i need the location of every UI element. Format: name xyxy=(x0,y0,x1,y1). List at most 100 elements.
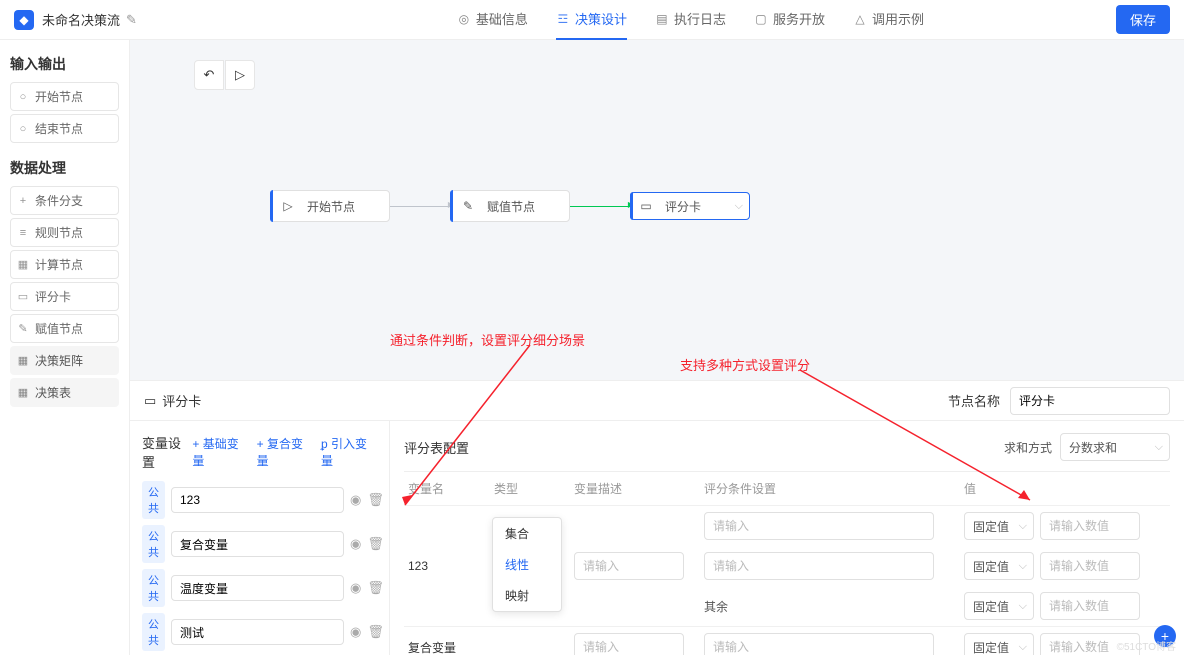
dropdown-option-set[interactable]: 集合 xyxy=(493,518,561,549)
app-logo-icon: ◆ xyxy=(14,10,34,30)
panel-title: 评分卡 xyxy=(162,391,201,410)
canvas: ↶ ▷ ▷开始节点 ✎赋值节点 ▭评分卡 ▭ 评分卡 节点名称 xyxy=(130,40,1184,655)
watermark: ©51CTO博客 xyxy=(1117,638,1176,653)
table-icon: ▦ xyxy=(17,386,29,399)
trash-icon[interactable]: 🗑 xyxy=(367,492,383,508)
edit-icon: ✎ xyxy=(461,199,475,213)
eye-icon[interactable]: ◉ xyxy=(350,580,361,596)
sidebar-item-assign[interactable]: ✎赋值节点 xyxy=(10,314,119,343)
add-composite-var-link[interactable]: + 复合变量 xyxy=(257,435,313,469)
canvas-toolbar: ↶ ▷ xyxy=(194,60,255,90)
page-title: 未命名决策流 ✎ xyxy=(42,10,137,29)
service-icon: ▢ xyxy=(754,12,768,26)
desc-input[interactable] xyxy=(574,552,684,580)
flow-node-start[interactable]: ▷开始节点 xyxy=(270,190,390,222)
value-input[interactable] xyxy=(1040,512,1140,540)
variable-panel-title: 变量设置 xyxy=(142,433,192,471)
undo-button[interactable]: ↶ xyxy=(194,60,224,90)
flow-connector xyxy=(390,206,450,207)
node-name-input[interactable] xyxy=(1010,387,1170,415)
sidebar-item-calc[interactable]: ▦计算节点 xyxy=(10,250,119,279)
play-icon: ▷ xyxy=(281,199,295,213)
sidebar-item-branch[interactable]: +条件分支 xyxy=(10,186,119,215)
undo-icon: ↶ xyxy=(204,67,215,83)
condition-input[interactable] xyxy=(704,552,934,580)
card-icon: ▭ xyxy=(639,199,653,213)
value-input[interactable] xyxy=(1040,592,1140,620)
header-tabs: ◎基础信息 ☲决策设计 ▤执行日志 ▢服务开放 △调用示例 xyxy=(457,0,924,40)
config-panel: ▭ 评分卡 节点名称 变量设置 + 基础变量 + 复合变量 ᵱ xyxy=(130,380,1184,655)
score-config-panel: 评分表配置 求和方式 分数求和 变量名 类型 变量描述 评分条件设置 值 xyxy=(390,421,1184,655)
gear-icon: ◎ xyxy=(457,12,471,26)
import-var-link[interactable]: ᵱ 引入变量 xyxy=(321,435,377,469)
play-icon: ▷ xyxy=(235,67,245,83)
flow-diagram: ▷开始节点 ✎赋值节点 ▭评分卡 xyxy=(270,190,750,222)
variable-name-input[interactable] xyxy=(171,619,344,645)
sidebar-item-start[interactable]: ○开始节点 xyxy=(10,82,119,111)
sidebar-item-rule[interactable]: ≡规则节点 xyxy=(10,218,119,247)
topbar: ◆ 未命名决策流 ✎ ◎基础信息 ☲决策设计 ▤执行日志 ▢服务开放 △调用示例… xyxy=(0,0,1184,40)
tab-basic[interactable]: ◎基础信息 xyxy=(457,0,528,40)
table-row-group: 复合变量 固定值 其余 固定值 xyxy=(404,627,1170,655)
flow-connector xyxy=(570,206,630,207)
tab-invoke[interactable]: △调用示例 xyxy=(853,0,924,40)
trash-icon[interactable]: 🗑 xyxy=(367,580,383,596)
variable-panel: 变量设置 + 基础变量 + 复合变量 ᵱ 引入变量 公共 ◉ 🗑 xyxy=(130,421,390,655)
node-name-label: 节点名称 xyxy=(948,391,1000,410)
eye-icon[interactable]: ◉ xyxy=(350,624,361,640)
value-type-select[interactable]: 固定值 xyxy=(964,512,1034,540)
variable-name-input[interactable] xyxy=(171,575,344,601)
sum-method-select[interactable]: 分数求和 xyxy=(1060,433,1170,461)
tab-service[interactable]: ▢服务开放 xyxy=(754,0,825,40)
add-basic-var-link[interactable]: + 基础变量 xyxy=(192,435,248,469)
flow-node-scorecard[interactable]: ▭评分卡 xyxy=(630,192,750,220)
edit-icon: ✎ xyxy=(17,322,29,335)
save-button[interactable]: 保存 xyxy=(1116,5,1170,34)
trash-icon[interactable]: 🗑 xyxy=(367,536,383,552)
value-type-select[interactable]: 固定值 xyxy=(964,552,1034,580)
variable-row: 公共 ◉ 🗑 xyxy=(142,613,377,651)
tab-logs[interactable]: ▤执行日志 xyxy=(655,0,726,40)
cfg-title: 评分表配置 xyxy=(404,438,469,457)
value-type-select[interactable]: 固定值 xyxy=(964,633,1034,655)
dropdown-option-linear[interactable]: 线性 xyxy=(493,549,561,580)
dropdown-option-map[interactable]: 映射 xyxy=(493,580,561,611)
circle-icon: ○ xyxy=(17,91,29,103)
desc-input[interactable] xyxy=(574,633,684,655)
sidebar-group-title: 数据处理 xyxy=(10,158,119,178)
log-icon: ▤ xyxy=(655,12,669,26)
grid-icon: ▦ xyxy=(17,258,29,271)
sidebar-item-matrix[interactable]: ▦决策矩阵 xyxy=(10,346,119,375)
flow-node-assign[interactable]: ✎赋值节点 xyxy=(450,190,570,222)
var-scope-tag: 公共 xyxy=(142,569,165,607)
trash-icon[interactable]: 🗑 xyxy=(367,624,383,640)
sidebar: 输入输出 ○开始节点 ○结束节点 数据处理 +条件分支 ≡规则节点 ▦计算节点 … xyxy=(0,40,130,655)
design-icon: ☲ xyxy=(556,12,570,26)
circle-icon: ○ xyxy=(17,123,29,135)
condition-static: 其余 xyxy=(704,598,964,615)
sidebar-item-table[interactable]: ▦决策表 xyxy=(10,378,119,407)
play-button[interactable]: ▷ xyxy=(225,60,255,90)
invoke-icon: △ xyxy=(853,12,867,26)
eye-icon[interactable]: ◉ xyxy=(350,536,361,552)
variable-name-input[interactable] xyxy=(171,531,344,557)
sidebar-item-end[interactable]: ○结束节点 xyxy=(10,114,119,143)
eye-icon[interactable]: ◉ xyxy=(350,492,361,508)
sidebar-item-scorecard[interactable]: ▭评分卡 xyxy=(10,282,119,311)
value-type-select[interactable]: 固定值 xyxy=(964,592,1034,620)
var-scope-tag: 公共 xyxy=(142,481,165,519)
tab-design[interactable]: ☲决策设计 xyxy=(556,0,627,40)
condition-input[interactable] xyxy=(704,633,934,655)
edit-icon[interactable]: ✎ xyxy=(126,12,137,28)
variable-name-input[interactable] xyxy=(171,487,344,513)
sidebar-group-title: 输入输出 xyxy=(10,54,119,74)
panel-header: ▭ 评分卡 节点名称 xyxy=(130,381,1184,421)
card-icon: ▭ xyxy=(144,393,156,409)
sum-method-label: 求和方式 xyxy=(1004,439,1052,456)
type-dropdown: 集合 线性 映射 xyxy=(492,517,562,612)
variable-row: 公共 ◉ 🗑 xyxy=(142,569,377,607)
value-input[interactable] xyxy=(1040,552,1140,580)
condition-input[interactable] xyxy=(704,512,934,540)
var-scope-tag: 公共 xyxy=(142,613,165,651)
flow-canvas[interactable]: ↶ ▷ ▷开始节点 ✎赋值节点 ▭评分卡 xyxy=(130,40,1184,380)
